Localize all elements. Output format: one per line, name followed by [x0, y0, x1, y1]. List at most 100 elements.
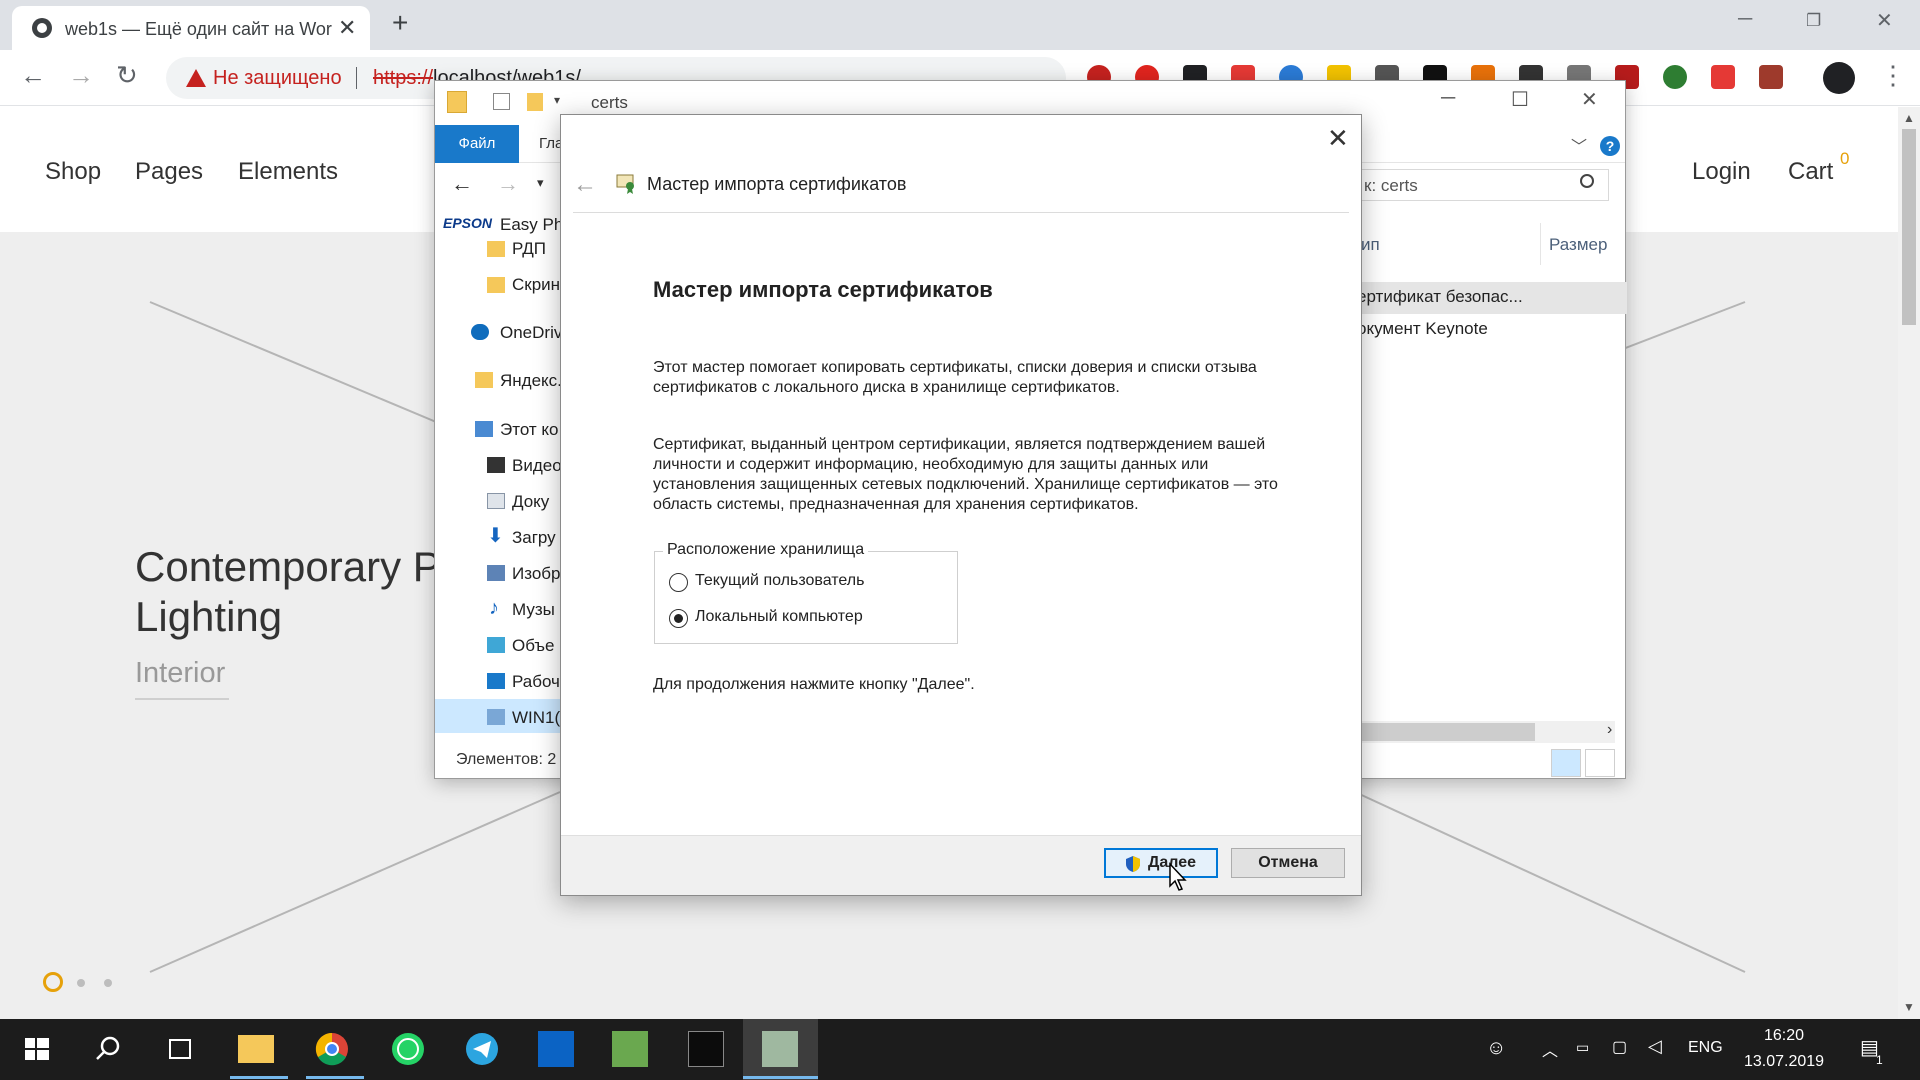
- tree-item-this-pc[interactable]: Этот ко: [500, 420, 559, 440]
- terminal-icon[interactable]: [688, 1031, 724, 1067]
- details-view-icon[interactable]: [1551, 749, 1581, 777]
- ribbon-expand-icon[interactable]: ﹀: [1571, 133, 1587, 157]
- forward-icon[interactable]: →: [68, 62, 94, 88]
- extension-icon[interactable]: [1663, 65, 1687, 89]
- slider-dot[interactable]: [77, 979, 85, 987]
- radio-current-user-button[interactable]: [669, 573, 688, 592]
- back-icon[interactable]: ←: [20, 62, 46, 88]
- wizard-back-icon[interactable]: ←: [573, 171, 597, 199]
- nav-shop[interactable]: Shop: [45, 158, 101, 186]
- cart-count-badge: 0: [1840, 149, 1850, 168]
- page-scrollbar[interactable]: ▲ ▼: [1898, 107, 1920, 1019]
- folder-icon: [487, 277, 505, 293]
- file-row-type[interactable]: окумент Keynote: [1357, 319, 1488, 339]
- radio-local-machine-button[interactable]: [669, 609, 688, 628]
- security-label[interactable]: Не защищено: [213, 67, 342, 90]
- explorer-close-icon[interactable]: ✕: [1581, 87, 1598, 112]
- yandex-extension-icon[interactable]: [1711, 65, 1735, 89]
- new-folder-icon[interactable]: [527, 93, 543, 111]
- scroll-up-icon[interactable]: ▲: [1903, 111, 1915, 125]
- tree-item-pictures[interactable]: Изобр: [512, 564, 560, 584]
- tab-file[interactable]: Файл: [435, 125, 519, 163]
- browser-menu-icon[interactable]: ⋮: [1880, 60, 1906, 91]
- clock-time[interactable]: 16:20: [1764, 1027, 1804, 1045]
- search-icon[interactable]: [90, 1031, 126, 1067]
- tree-item-yandex[interactable]: Яндекс.: [500, 371, 562, 391]
- scroll-right-icon[interactable]: ›: [1607, 721, 1612, 739]
- reload-icon[interactable]: ↻: [116, 62, 138, 88]
- search-icon[interactable]: [1580, 174, 1594, 188]
- minimize-icon[interactable]: ─: [1738, 8, 1752, 31]
- cancel-button[interactable]: Отмена: [1231, 848, 1345, 878]
- tree-item-onedrive[interactable]: OneDriv: [500, 323, 562, 343]
- tree-item-videos[interactable]: Видео: [512, 456, 562, 476]
- restore-icon[interactable]: ❐: [1806, 11, 1821, 31]
- this-pc-icon: [475, 421, 493, 437]
- large-icons-view-icon[interactable]: [1585, 749, 1615, 777]
- explorer-minimize-icon[interactable]: ─: [1441, 87, 1455, 110]
- recent-locations-icon[interactable]: ▾: [537, 175, 544, 191]
- explorer-status: Элементов: 2: [456, 751, 557, 768]
- scroll-thumb[interactable]: [1902, 129, 1916, 325]
- people-icon[interactable]: ☺: [1486, 1037, 1506, 1060]
- volume-icon[interactable]: ◁: [1648, 1036, 1662, 1057]
- cart-link[interactable]: Cart: [1788, 158, 1833, 186]
- wizard-header-divider: [573, 212, 1349, 213]
- whatsapp-icon[interactable]: [390, 1031, 426, 1067]
- network-icon[interactable]: ▢: [1612, 1037, 1627, 1057]
- help-icon[interactable]: ?: [1600, 136, 1620, 156]
- battery-icon[interactable]: ▭: [1576, 1039, 1589, 1056]
- import-wizard-app-icon[interactable]: [762, 1031, 798, 1067]
- login-link[interactable]: Login: [1692, 158, 1751, 186]
- tree-item-downloads[interactable]: Загру: [512, 528, 556, 548]
- window-close-icon[interactable]: ✕: [1876, 8, 1893, 33]
- radio-local-machine-label[interactable]: Локальный компьютер: [695, 608, 863, 626]
- tab-close-icon[interactable]: ✕: [338, 15, 356, 41]
- tree-item-documents[interactable]: Доку: [512, 492, 549, 512]
- tree-item-easy-photo[interactable]: Easy Ph: [500, 215, 563, 235]
- column-header-type[interactable]: ип: [1361, 235, 1380, 255]
- slider-dot-active[interactable]: [43, 972, 63, 992]
- column-header-size[interactable]: Размер: [1549, 235, 1607, 255]
- nav-elements[interactable]: Elements: [238, 158, 338, 186]
- explorer-search-input[interactable]: к: certs: [1355, 169, 1609, 201]
- horizontal-scroll-thumb[interactable]: [1355, 723, 1535, 741]
- telegram-icon[interactable]: [464, 1031, 500, 1067]
- new-tab-icon[interactable]: +: [392, 9, 408, 37]
- tab-title: web1s — Ещё один сайт на Wor: [65, 19, 332, 39]
- explorer-forward-icon[interactable]: →: [497, 171, 519, 197]
- tree-item-drive[interactable]: WIN1(: [512, 708, 560, 728]
- browser-tab[interactable]: web1s — Ещё один сайт на Wor ✕: [12, 6, 370, 50]
- tray-chevron-icon[interactable]: ︿: [1542, 1037, 1558, 1061]
- radio-current-user-label[interactable]: Текущий пользователь: [695, 572, 864, 590]
- file-explorer-icon[interactable]: [238, 1035, 274, 1063]
- tree-item-3d-objects[interactable]: Объе: [512, 636, 554, 656]
- language-indicator[interactable]: ENG: [1688, 1039, 1723, 1057]
- clock-date[interactable]: 13.07.2019: [1744, 1053, 1824, 1071]
- quick-access-dropdown-icon[interactable]: ▾: [554, 93, 560, 107]
- tree-item-desktop[interactable]: Рабоч: [512, 672, 560, 692]
- windows-start-icon[interactable]: [19, 1031, 55, 1067]
- scroll-down-icon[interactable]: ▼: [1903, 1000, 1915, 1014]
- trello-icon[interactable]: [538, 1031, 574, 1067]
- file-row-type[interactable]: ертификат безопас...: [1357, 287, 1523, 307]
- explorer-back-icon[interactable]: ←: [451, 171, 473, 197]
- downloads-icon: ⬇: [487, 525, 504, 547]
- horizontal-scrollbar[interactable]: [1355, 721, 1615, 743]
- properties-icon[interactable]: [493, 93, 510, 110]
- pdf-extension-icon[interactable]: [1759, 65, 1783, 89]
- certificate-manager-icon[interactable]: [612, 1031, 648, 1067]
- tree-item-music[interactable]: Музы: [512, 600, 555, 620]
- slider-dot[interactable]: [104, 979, 112, 987]
- running-indicator: [743, 1076, 818, 1079]
- wizard-close-icon[interactable]: ✕: [1327, 125, 1349, 151]
- task-view-icon[interactable]: [162, 1031, 198, 1067]
- hero-subtitle[interactable]: Interior: [135, 657, 225, 690]
- nav-pages[interactable]: Pages: [135, 158, 203, 186]
- next-button[interactable]: Далее: [1104, 848, 1218, 878]
- chrome-icon[interactable]: [314, 1031, 350, 1067]
- tree-item-rdp[interactable]: РДП: [512, 239, 546, 259]
- profile-avatar[interactable]: [1823, 62, 1855, 94]
- explorer-maximize-icon[interactable]: ☐: [1511, 87, 1529, 112]
- tree-item-screenshots[interactable]: Скрин: [512, 275, 560, 295]
